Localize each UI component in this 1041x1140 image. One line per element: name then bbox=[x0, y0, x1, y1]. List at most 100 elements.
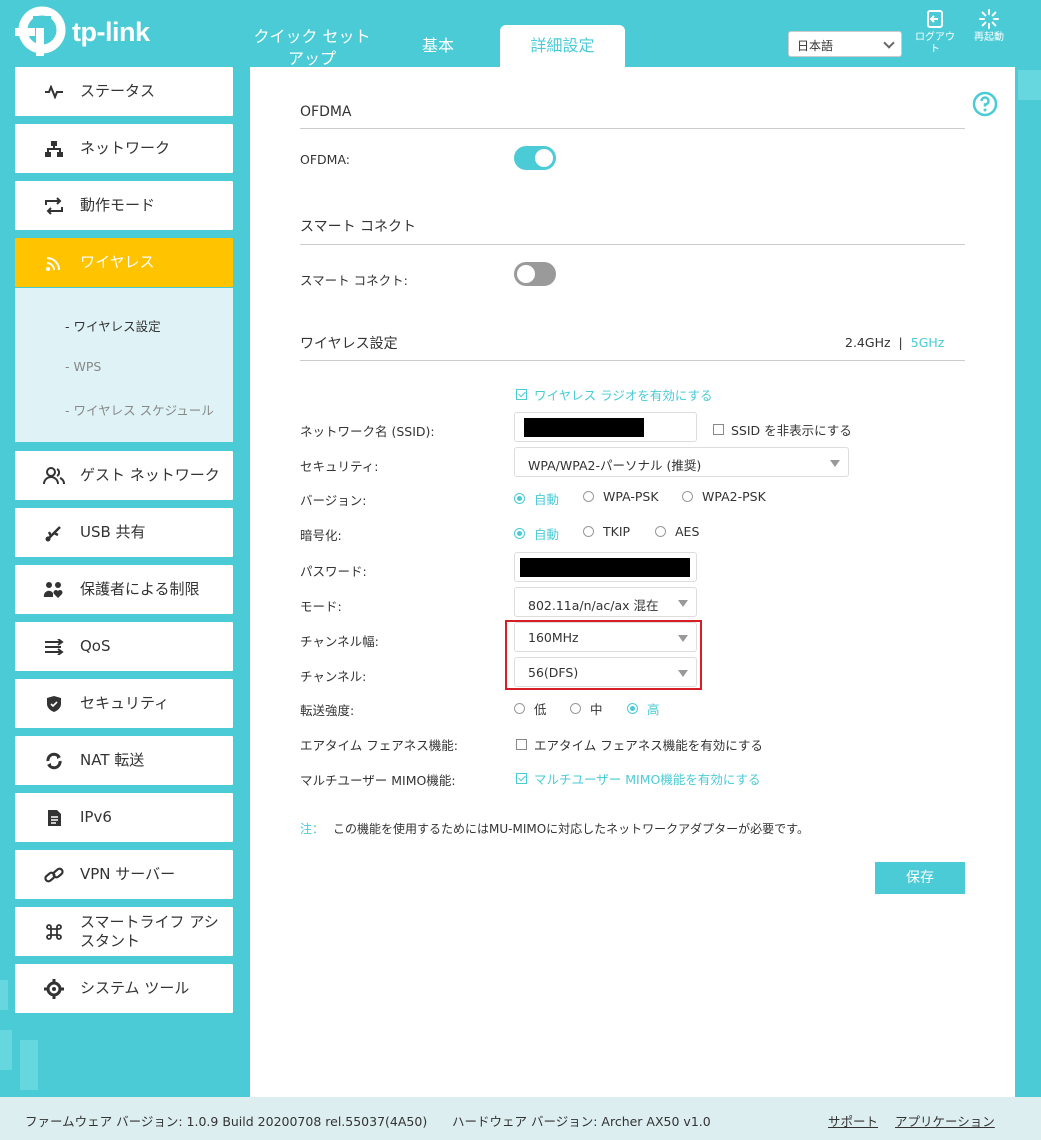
usb-icon bbox=[42, 521, 66, 545]
sidebar-item-label: IPv6 bbox=[80, 808, 112, 826]
ipv6-icon bbox=[42, 806, 66, 830]
tab-basic[interactable]: 基本 bbox=[398, 35, 478, 57]
checkbox-box bbox=[516, 389, 527, 400]
divider bbox=[300, 360, 965, 361]
power-medium-radio[interactable]: 中 bbox=[570, 699, 603, 718]
band-2-4ghz-link[interactable]: 2.4GHz bbox=[845, 335, 891, 350]
sidebar-item-label: USB 共有 bbox=[80, 523, 146, 541]
radio-label: WPA2-PSK bbox=[702, 489, 766, 504]
sidebar-item-wireless[interactable]: ワイヤレス bbox=[15, 238, 233, 287]
sidebar-item-label: システム ツール bbox=[80, 979, 190, 997]
sidebar-item-network[interactable]: ネットワーク bbox=[15, 124, 233, 173]
footer: ファームウェア バージョン: 1.0.9 Build 20200708 rel.… bbox=[0, 1097, 1041, 1140]
airtime-fairness-option: エアタイム フェアネス機能を有効にする bbox=[534, 738, 763, 753]
power-high-radio[interactable]: 高 bbox=[627, 699, 660, 718]
app-link[interactable]: アプリケーション bbox=[895, 1111, 995, 1130]
shield-icon bbox=[42, 692, 66, 716]
sidebar-item-security[interactable]: セキュリティ bbox=[15, 679, 233, 728]
mu-mimo-checkbox[interactable]: マルチユーザー MIMO機能を有効にする bbox=[516, 769, 760, 788]
sidebar-item-ipv6[interactable]: IPv6 bbox=[15, 793, 233, 842]
note-label: 注： bbox=[300, 822, 325, 836]
sidebar-item-smart-life[interactable]: スマートライフ アシスタント bbox=[15, 907, 233, 956]
nat-icon bbox=[42, 749, 66, 773]
encryption-aes-radio[interactable]: AES bbox=[655, 524, 699, 539]
link-icon bbox=[42, 863, 66, 887]
checkbox-box bbox=[516, 773, 527, 784]
hardware-version: ハードウェア バージョン: Archer AX50 v1.0 bbox=[452, 1114, 711, 1129]
save-button[interactable]: 保存 bbox=[875, 862, 965, 894]
encryption-auto-radio[interactable]: 自動 bbox=[514, 524, 559, 543]
version-wpa-psk-radio[interactable]: WPA-PSK bbox=[583, 489, 659, 504]
security-select[interactable]: WPA/WPA2-パーソナル (推奨) bbox=[514, 447, 849, 477]
hide-ssid-checkbox[interactable]: SSID を非表示にする bbox=[713, 420, 852, 439]
smart-connect-label: スマート コネクト: bbox=[300, 273, 408, 288]
logout-button[interactable]: ログアウト bbox=[913, 9, 957, 56]
sidebar-item-qos[interactable]: QoS bbox=[15, 622, 233, 671]
decor-tile bbox=[20, 1040, 38, 1090]
command-icon bbox=[42, 920, 66, 944]
chevron-down-icon bbox=[883, 37, 895, 49]
pulse-icon bbox=[42, 80, 66, 104]
smart-connect-toggle[interactable] bbox=[514, 262, 556, 286]
firmware-version: ファームウェア バージョン: 1.0.9 Build 20200708 rel.… bbox=[25, 1114, 428, 1129]
wifi-icon bbox=[42, 251, 66, 275]
section-title-wireless-settings: ワイヤレス設定 bbox=[300, 336, 398, 352]
submenu-item-wireless-schedule[interactable]: - ワイヤレス スケジュール bbox=[65, 400, 214, 419]
ssid-input[interactable] bbox=[514, 412, 697, 442]
password-input[interactable] bbox=[514, 552, 697, 582]
airtime-fairness-label: エアタイム フェアネス機能: bbox=[300, 738, 458, 753]
sidebar-item-operation-mode[interactable]: 動作モード bbox=[15, 181, 233, 230]
tp-link-logo[interactable]: tp-link bbox=[14, 6, 150, 58]
power-low-radio[interactable]: 低 bbox=[514, 699, 547, 718]
sidebar-item-label: スマートライフ アシスタント bbox=[80, 912, 219, 950]
gear-icon bbox=[42, 977, 66, 1001]
mode-select[interactable]: 802.11a/n/ac/ax 混在 bbox=[514, 587, 697, 617]
reboot-icon bbox=[979, 9, 999, 29]
enable-radio-checkbox[interactable]: ワイヤレス ラジオを有効にする bbox=[516, 385, 712, 404]
radio-dot bbox=[655, 526, 666, 537]
sidebar-item-label: NAT 転送 bbox=[80, 751, 145, 769]
main-panel: OFDMA OFDMA: スマート コネクト スマート コネクト: ワイヤレス設… bbox=[250, 67, 1015, 1097]
tp-link-logo-icon bbox=[15, 6, 66, 56]
annotation-highlight-box bbox=[505, 620, 702, 690]
sidebar-item-label: 保護者による制限 bbox=[80, 580, 200, 598]
sidebar-item-vpn-server[interactable]: VPN サーバー bbox=[15, 850, 233, 899]
mode-label: モード: bbox=[300, 599, 342, 614]
sidebar-item-guest-network[interactable]: ゲスト ネットワーク bbox=[15, 451, 233, 500]
tab-advanced[interactable]: 詳細設定 bbox=[500, 25, 625, 67]
sidebar-item-label: 動作モード bbox=[80, 196, 156, 214]
sidebar-item-status[interactable]: ステータス bbox=[15, 67, 233, 116]
logout-label: ログアウト bbox=[915, 32, 955, 55]
language-value: 日本語 bbox=[797, 39, 834, 53]
radio-label: AES bbox=[675, 524, 700, 539]
tab-quick-setup[interactable]: クイック セット アップ bbox=[246, 26, 378, 70]
version-auto-radio[interactable]: 自動 bbox=[514, 489, 559, 508]
band-separator: | bbox=[898, 335, 903, 350]
sidebar-item-usb-sharing[interactable]: USB 共有 bbox=[15, 508, 233, 557]
transmit-power-label: 転送強度: bbox=[300, 703, 355, 718]
ofdma-toggle[interactable] bbox=[514, 146, 556, 170]
checkbox-box bbox=[713, 424, 724, 435]
encryption-tkip-radio[interactable]: TKIP bbox=[583, 524, 630, 539]
sidebar-item-parental-controls[interactable]: 保護者による制限 bbox=[15, 565, 233, 614]
swap-icon bbox=[42, 194, 66, 218]
version-wpa2-psk-radio[interactable]: WPA2-PSK bbox=[682, 489, 766, 504]
mu-mimo-label: マルチユーザー MIMO機能: bbox=[300, 773, 456, 788]
radio-label: WPA-PSK bbox=[603, 489, 659, 504]
help-icon[interactable] bbox=[972, 91, 998, 121]
submenu-item-wps[interactable]: - WPS bbox=[65, 359, 101, 374]
band-5ghz-link[interactable]: 5GHz bbox=[911, 335, 945, 350]
sidebar-item-nat-forwarding[interactable]: NAT 転送 bbox=[15, 736, 233, 785]
checkbox-box bbox=[516, 739, 527, 750]
note-text: この機能を使用するためにはMU-MIMOに対応したネットワークアダプターが必要で… bbox=[333, 822, 809, 836]
security-value: WPA/WPA2-パーソナル (推奨) bbox=[528, 458, 702, 473]
sidebar-item-system-tools[interactable]: システム ツール bbox=[15, 964, 233, 1013]
support-link[interactable]: サポート bbox=[828, 1111, 878, 1130]
airtime-fairness-checkbox[interactable]: エアタイム フェアネス機能を有効にする bbox=[516, 735, 763, 754]
radio-dot bbox=[514, 703, 525, 714]
reboot-button[interactable]: 再起動 bbox=[967, 9, 1011, 44]
channel-label: チャンネル: bbox=[300, 669, 367, 684]
language-select[interactable]: 日本語 bbox=[788, 31, 902, 57]
radio-label: 低 bbox=[534, 702, 547, 717]
submenu-item-wireless-settings[interactable]: - ワイヤレス設定 bbox=[65, 316, 161, 335]
